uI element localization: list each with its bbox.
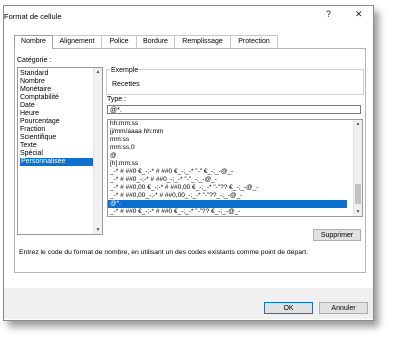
- format-item-selected[interactable]: @*.: [108, 200, 347, 208]
- category-scrollbar[interactable]: ▲ ▼: [93, 68, 102, 234]
- dialog-title: Format de cellule: [4, 12, 62, 21]
- type-input[interactable]: @*.: [107, 105, 361, 114]
- format-item[interactable]: mm:ss,0: [110, 144, 135, 152]
- dialog-footer: [4, 288, 373, 319]
- category-item[interactable]: Fraction: [20, 126, 45, 134]
- type-label: Type :: [107, 96, 127, 103]
- category-item-selected[interactable]: Personnalisée: [20, 158, 99, 166]
- category-list[interactable]: Standard Nombre Monétaire Comptabilité D…: [17, 67, 103, 235]
- delete-button[interactable]: Supprimer: [313, 229, 361, 241]
- category-item[interactable]: Monétaire: [20, 86, 51, 94]
- category-item[interactable]: Comptabilité: [20, 94, 59, 102]
- tab-bordure[interactable]: Bordure: [136, 35, 175, 48]
- format-item[interactable]: mm:ss: [110, 136, 129, 144]
- format-item[interactable]: hh:mm:ss: [110, 120, 138, 128]
- scroll-down-icon[interactable]: ▼: [355, 209, 361, 215]
- format-item[interactable]: _-* # ##0 €_-;-* # ##0 €_-;_-* "-"?? €_-…: [110, 208, 240, 216]
- format-item[interactable]: _-* # ##0 €_-;-* # ##0 €_-;_-* "-" €_-;_…: [110, 168, 233, 176]
- sample-box: [106, 69, 364, 95]
- sample-group-label: Exemple: [110, 67, 140, 75]
- category-item[interactable]: Heure: [20, 110, 39, 118]
- close-icon[interactable]: ✕: [355, 9, 363, 20]
- format-item[interactable]: _-* # ##0,00 €_-;-* # ##0,00 €_-;_-* "-"…: [110, 184, 259, 192]
- category-item[interactable]: Texte: [20, 142, 37, 150]
- format-scrollbar[interactable]: ▲ ▼: [353, 120, 362, 216]
- category-label: Catégorie :: [17, 57, 52, 64]
- tab-protection[interactable]: Protection: [230, 35, 278, 48]
- scroll-thumb[interactable]: [355, 184, 361, 204]
- scroll-up-icon[interactable]: ▲: [95, 69, 101, 75]
- tab-remplissage[interactable]: Remplissage: [174, 35, 231, 48]
- hint-text: Entrez le code du format de nombre, en u…: [19, 249, 309, 256]
- ok-button[interactable]: OK: [264, 302, 313, 314]
- cancel-button[interactable]: Annuler: [319, 302, 368, 314]
- format-item[interactable]: [h]:mm:ss: [110, 160, 138, 168]
- category-item[interactable]: Scientifique: [20, 134, 56, 142]
- tab-nombre[interactable]: Nombre: [14, 35, 53, 49]
- format-item[interactable]: _-* # ##0,00_-;-* # ##0,00_-;_-* "-"??_-…: [110, 192, 242, 200]
- category-item[interactable]: Date: [20, 102, 35, 110]
- sample-value: Recettes: [112, 81, 140, 88]
- category-item[interactable]: Spécial: [20, 150, 43, 158]
- scroll-down-icon[interactable]: ▼: [95, 227, 101, 233]
- help-button[interactable]: ?: [326, 9, 331, 19]
- category-item[interactable]: Pourcentage: [20, 118, 60, 126]
- scroll-up-icon[interactable]: ▲: [355, 121, 361, 127]
- format-item[interactable]: jj/mm/aaaa hh:mm: [110, 128, 163, 136]
- category-item[interactable]: Nombre: [20, 78, 45, 86]
- format-item[interactable]: @: [110, 152, 117, 160]
- tab-alignement[interactable]: Alignement: [52, 35, 102, 48]
- category-item[interactable]: Standard: [20, 70, 48, 78]
- tab-police[interactable]: Police: [101, 35, 137, 48]
- format-item[interactable]: _-* # ##0_-;-* # ##0_-;_-* "-"_-;_-@_-: [110, 176, 217, 184]
- format-list[interactable]: hh:mm:ss jj/mm/aaaa hh:mm mm:ss mm:ss,0 …: [107, 119, 363, 217]
